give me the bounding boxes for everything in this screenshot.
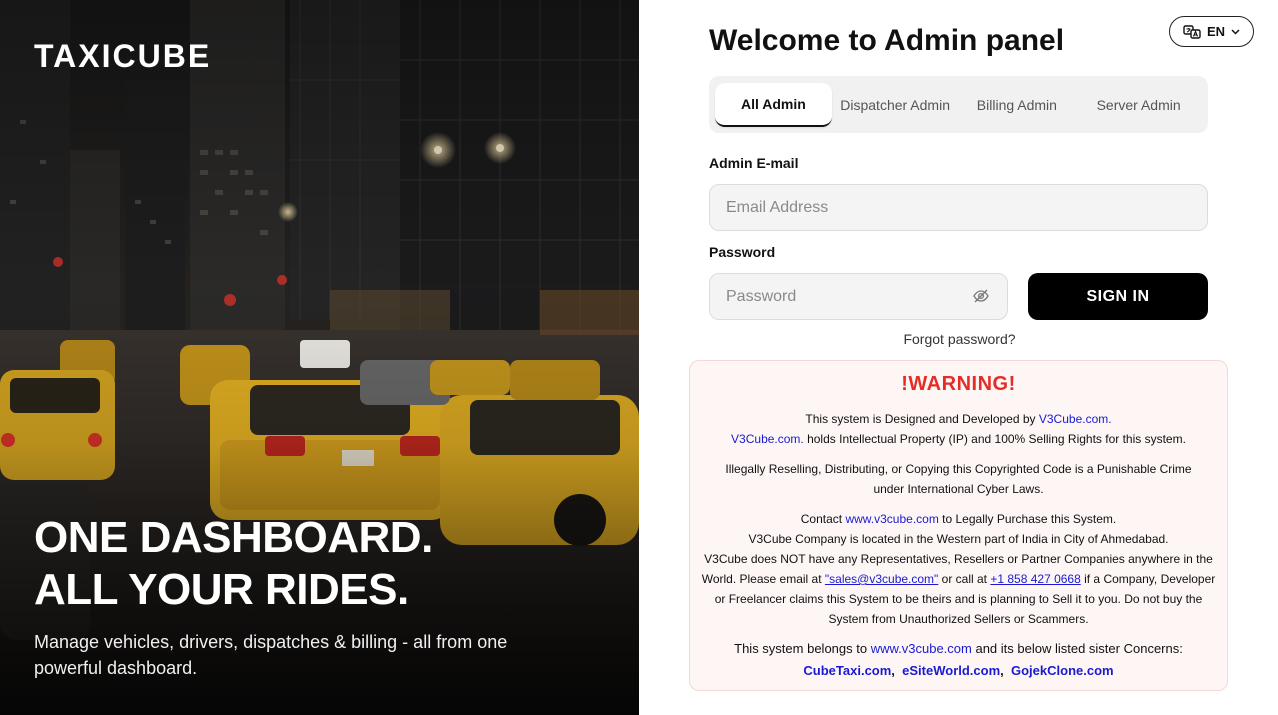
tab-all-admin[interactable]: All Admin (715, 82, 832, 127)
warning-title: !WARNING! (901, 373, 1016, 395)
tab-billing-admin[interactable]: Billing Admin (959, 83, 1076, 127)
warning-box: !WARNING! This system is Designed and De… (689, 360, 1228, 691)
chevron-down-icon (1231, 28, 1240, 35)
warning-text: This system is Designed and Developed by (805, 412, 1039, 426)
hero-headline-line-2: ALL YOUR RIDES. (34, 565, 409, 614)
warning-paragraph-crime: Illegally Reselling, Distributing, or Co… (725, 462, 1192, 496)
sister-concerns-links: CubeTaxi.com, eSiteWorld.com, GojekClone… (803, 663, 1114, 678)
brand-logo-text: TAXICUBE (34, 38, 212, 74)
tab-server-admin[interactable]: Server Admin (1080, 83, 1197, 127)
hero-headline-line-1: ONE DASHBOARD. (34, 513, 433, 562)
sign-in-button[interactable]: SIGN IN (1028, 273, 1208, 320)
hero-panel: TAXICUBE ONE DASHBOARD. ALL YOUR RIDES. … (0, 0, 639, 715)
v3cube-link[interactable]: V3Cube.com. (1039, 412, 1112, 426)
gojekclone-link[interactable]: GojekClone.com (1011, 663, 1114, 678)
sales-email-link[interactable]: "sales@v3cube.com" (825, 572, 938, 586)
translate-icon (1183, 24, 1201, 39)
warning-text: holds Intellectual Property (IP) and 100… (803, 432, 1186, 446)
warning-text: or call at (938, 572, 991, 586)
warning-text: and its below listed sister Concerns: (971, 641, 1183, 656)
v3cube-website-link[interactable]: www.v3cube.com (845, 512, 938, 526)
warning-text: V3Cube Company is located in the Western… (748, 532, 1169, 546)
password-label: Password (709, 244, 776, 260)
warning-paragraph-contact: Contact www.v3cube.com to Legally Purcha… (696, 509, 1221, 629)
warning-text: to Legally Purchase this System. (938, 512, 1117, 526)
warning-text: This system belongs to (734, 641, 871, 656)
forgot-password-link[interactable]: Forgot password? (709, 331, 1210, 347)
hero-headline: ONE DASHBOARD. ALL YOUR RIDES. (34, 512, 433, 616)
language-selector[interactable]: EN (1169, 16, 1254, 47)
tab-dispatcher-admin[interactable]: Dispatcher Admin (837, 83, 954, 127)
password-input[interactable] (709, 273, 1008, 320)
cubetaxi-link[interactable]: CubeTaxi.com (803, 663, 891, 678)
v3cube-website-link[interactable]: www.v3cube.com (871, 641, 972, 656)
admin-type-tabs: All Admin Dispatcher Admin Billing Admin… (709, 76, 1208, 133)
email-input[interactable] (709, 184, 1208, 231)
esiteworld-link[interactable]: eSiteWorld.com (902, 663, 1000, 678)
hero-subline: Manage vehicles, drivers, dispatches & b… (34, 632, 508, 678)
page-title: Welcome to Admin panel (709, 24, 1065, 57)
warning-paragraph-ip: This system is Designed and Developed by… (690, 409, 1227, 449)
warning-paragraph-sisters: This system belongs to www.v3cube.com an… (690, 639, 1227, 659)
language-label: EN (1206, 24, 1226, 39)
warning-text: Contact (800, 512, 846, 526)
eye-off-icon[interactable] (972, 287, 990, 305)
phone-link[interactable]: +1 858 427 0668 (990, 572, 1080, 586)
email-label: Admin E-mail (709, 155, 799, 171)
v3cube-link[interactable]: V3Cube.com. (731, 432, 804, 446)
